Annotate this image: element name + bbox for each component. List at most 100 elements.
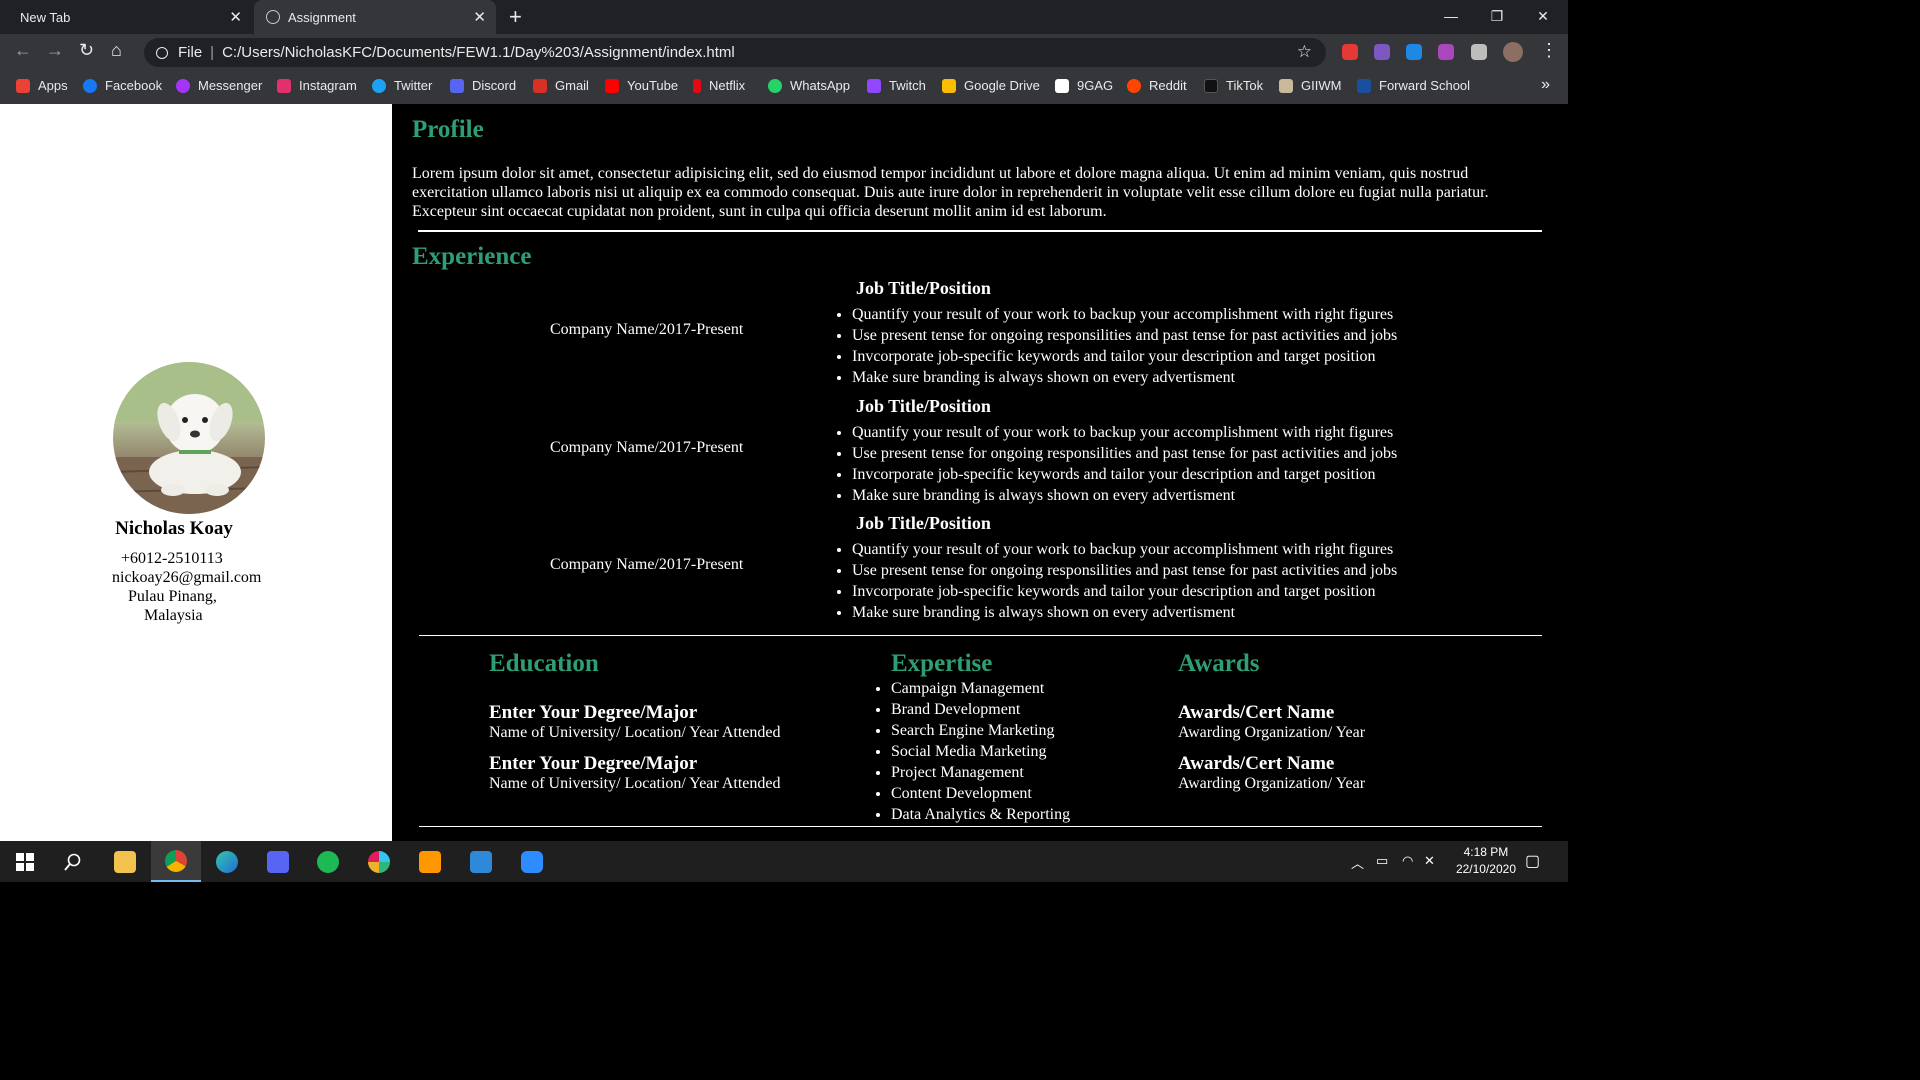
bookmark-tiktok[interactable]: TikTok	[1204, 78, 1263, 93]
person-name: Nicholas Koay	[115, 518, 233, 539]
minimize-button[interactable]: —	[1428, 0, 1474, 34]
tab-title: New Tab	[20, 9, 71, 25]
more-bookmarks-icon[interactable]: »	[1541, 76, 1550, 94]
battery-icon[interactable]: ▭	[1376, 853, 1388, 869]
url-scheme: File	[178, 44, 203, 61]
tab-assignment[interactable]: Assignment ✕	[254, 0, 496, 34]
reddit-icon	[1127, 78, 1141, 93]
extension-icon[interactable]	[1342, 44, 1358, 60]
zoom-button[interactable]	[507, 841, 557, 882]
bookmark-giiwm[interactable]: GIIWM	[1279, 78, 1341, 93]
search-icon	[64, 853, 81, 871]
system-clock[interactable]: 4:18 PM 22/10/2020	[1456, 844, 1516, 878]
info-icon[interactable]	[156, 46, 168, 59]
menu-dots-icon[interactable]: ⋮	[1540, 40, 1558, 61]
new-tab-button[interactable]: +	[509, 4, 522, 30]
bookmark-youtube[interactable]: YouTube	[605, 78, 678, 93]
discord-icon	[450, 78, 464, 93]
school: Name of University/ Location/ Year Atten…	[489, 724, 781, 741]
chevron-up-icon[interactable]: ︿	[1351, 853, 1364, 872]
bookmark-forward-school[interactable]: Forward School	[1357, 78, 1470, 93]
extension-icon[interactable]	[1374, 44, 1390, 60]
experience-company: Company Name/2017-Present	[550, 439, 744, 456]
slack-button[interactable]	[354, 841, 404, 882]
puzzle-icon[interactable]	[1471, 44, 1487, 60]
windows-logo-icon	[16, 852, 34, 871]
url-text[interactable]: C:/Users/NicholasKFC/Documents/FEW1.1/Da…	[222, 44, 735, 61]
bookmark-discord[interactable]: Discord	[450, 78, 516, 93]
folder-icon	[114, 850, 136, 873]
close-icon[interactable]: ✕	[473, 8, 486, 26]
clock-time: 4:18 PM	[1463, 845, 1509, 859]
extension-icon[interactable]	[1406, 44, 1422, 60]
country: Malaysia	[144, 607, 203, 624]
email-address: nickoay26@gmail.com	[112, 569, 262, 586]
list-item: Use present tense for ongoing responsili…	[852, 560, 1397, 581]
url-separator: |	[210, 44, 215, 61]
edge-button[interactable]	[202, 841, 252, 882]
forward-arrow-icon[interactable]: →	[46, 40, 64, 61]
giiwm-icon	[1279, 78, 1293, 93]
list-item: Social Media Marketing	[891, 741, 1070, 762]
reload-icon[interactable]: ↻	[79, 40, 94, 61]
profile-avatar[interactable]	[1503, 42, 1523, 62]
bookmark-twitter[interactable]: Twitter	[372, 78, 432, 93]
windows-start-button[interactable]	[0, 841, 50, 882]
list-item: Content Development	[891, 783, 1070, 804]
list-item: Campaign Management	[891, 678, 1070, 699]
bookmark-reddit[interactable]: Reddit	[1127, 78, 1187, 93]
experience-job-title: Job Title/Position	[856, 396, 991, 416]
maximize-button[interactable]: ❐	[1474, 0, 1520, 34]
edge-icon	[216, 850, 238, 873]
file-explorer-button[interactable]	[100, 841, 150, 882]
bookmark-netflix[interactable]: Netflix	[693, 78, 745, 93]
experience-heading: Experience	[412, 243, 532, 270]
home-icon[interactable]: ⌂	[111, 40, 122, 61]
volume-muted-icon[interactable]: ✕	[1424, 853, 1435, 869]
photos-icon	[470, 850, 492, 873]
search-button[interactable]	[48, 841, 98, 882]
bookmark-whatsapp[interactable]: WhatsApp	[768, 78, 850, 93]
bookmark-facebook[interactable]: Facebook	[83, 78, 162, 93]
bookmark-star-icon[interactable]: ☆	[1297, 42, 1312, 62]
bookmark-apps[interactable]: Apps	[16, 78, 68, 93]
notifications-icon[interactable]: ▢	[1525, 851, 1540, 871]
close-icon[interactable]: ✕	[229, 8, 242, 26]
bookmark-label: Netflix	[709, 78, 746, 93]
award-org: Awarding Organization/ Year	[1178, 724, 1366, 741]
bookmark-gmail[interactable]: Gmail	[533, 78, 589, 93]
extension-icon[interactable]	[1438, 44, 1454, 60]
bookmark-label: WhatsApp	[790, 78, 850, 93]
wifi-icon[interactable]: ◠	[1402, 853, 1413, 869]
tab-strip: New Tab ✕ Assignment ✕ + — ❐ ✕	[0, 0, 1568, 34]
back-arrow-icon[interactable]: ←	[14, 40, 32, 61]
list-item: Quantify your result of your work to bac…	[852, 304, 1397, 325]
bookmark-9gag[interactable]: 9GAG	[1055, 78, 1113, 93]
photos-button[interactable]	[456, 841, 506, 882]
bookmark-label: Facebook	[105, 78, 163, 93]
bookmark-twitch[interactable]: Twitch	[867, 78, 926, 93]
spotify-button[interactable]	[303, 841, 353, 882]
degree: Enter Your Degree/Major	[489, 702, 698, 723]
chrome-button[interactable]	[151, 841, 201, 882]
divider	[419, 635, 1542, 636]
experience-job-title: Job Title/Position	[856, 513, 991, 533]
gmail-icon	[533, 78, 547, 93]
address-bar[interactable]: File | C:/Users/NicholasKFC/Documents/FE…	[144, 38, 1326, 67]
9gag-icon	[1055, 78, 1069, 93]
tab-new-tab[interactable]: New Tab ✕	[0, 0, 252, 34]
divider	[418, 230, 1542, 232]
bookmark-label: Reddit	[1149, 78, 1187, 93]
sublime-button[interactable]	[405, 841, 455, 882]
close-window-button[interactable]: ✕	[1520, 0, 1566, 34]
bookmark-label: Gmail	[555, 78, 589, 93]
bookmark-label: TikTok	[1226, 78, 1264, 93]
list-item: Invcorporate job-specific keywords and t…	[852, 346, 1397, 367]
bookmark-google-drive[interactable]: Google Drive	[942, 78, 1040, 93]
bookmark-instagram[interactable]: Instagram	[277, 78, 357, 93]
bookmark-label: Discord	[472, 78, 517, 93]
messenger-icon	[176, 78, 190, 93]
award-entry: Awards/Cert Name Awarding Organization/ …	[1178, 753, 1365, 793]
bookmark-messenger[interactable]: Messenger	[176, 78, 262, 93]
discord-button[interactable]	[253, 841, 303, 882]
